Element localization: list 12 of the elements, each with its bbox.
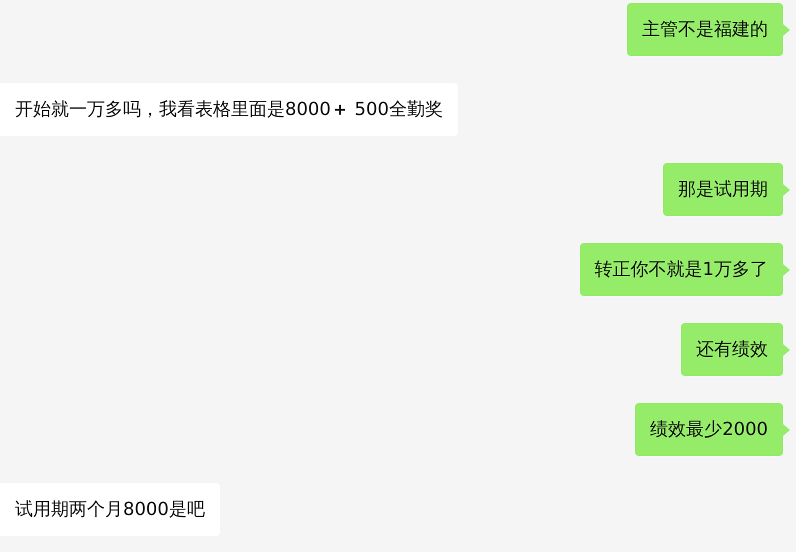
message-bubble: 开始就一万多吗，我看表格里面是8000＋ 500全勤奖 (0, 83, 458, 136)
message-bubble: 那是试用期 (663, 163, 783, 216)
message-bubble: 主管不是福建的 (627, 3, 783, 56)
message-bubble: 还有绩效 (681, 323, 783, 376)
message-bubble: 绩效最少2000 (635, 403, 783, 456)
bubble-tail (783, 264, 790, 276)
bubble-tail (783, 184, 790, 196)
bubble-tail (783, 424, 790, 436)
message-bubble: 转正你不就是1万多了 (580, 243, 783, 296)
bubble-tail (783, 24, 790, 36)
message-bubble: 试用期两个月8000是吧 (0, 483, 220, 536)
bubble-tail (783, 344, 790, 356)
